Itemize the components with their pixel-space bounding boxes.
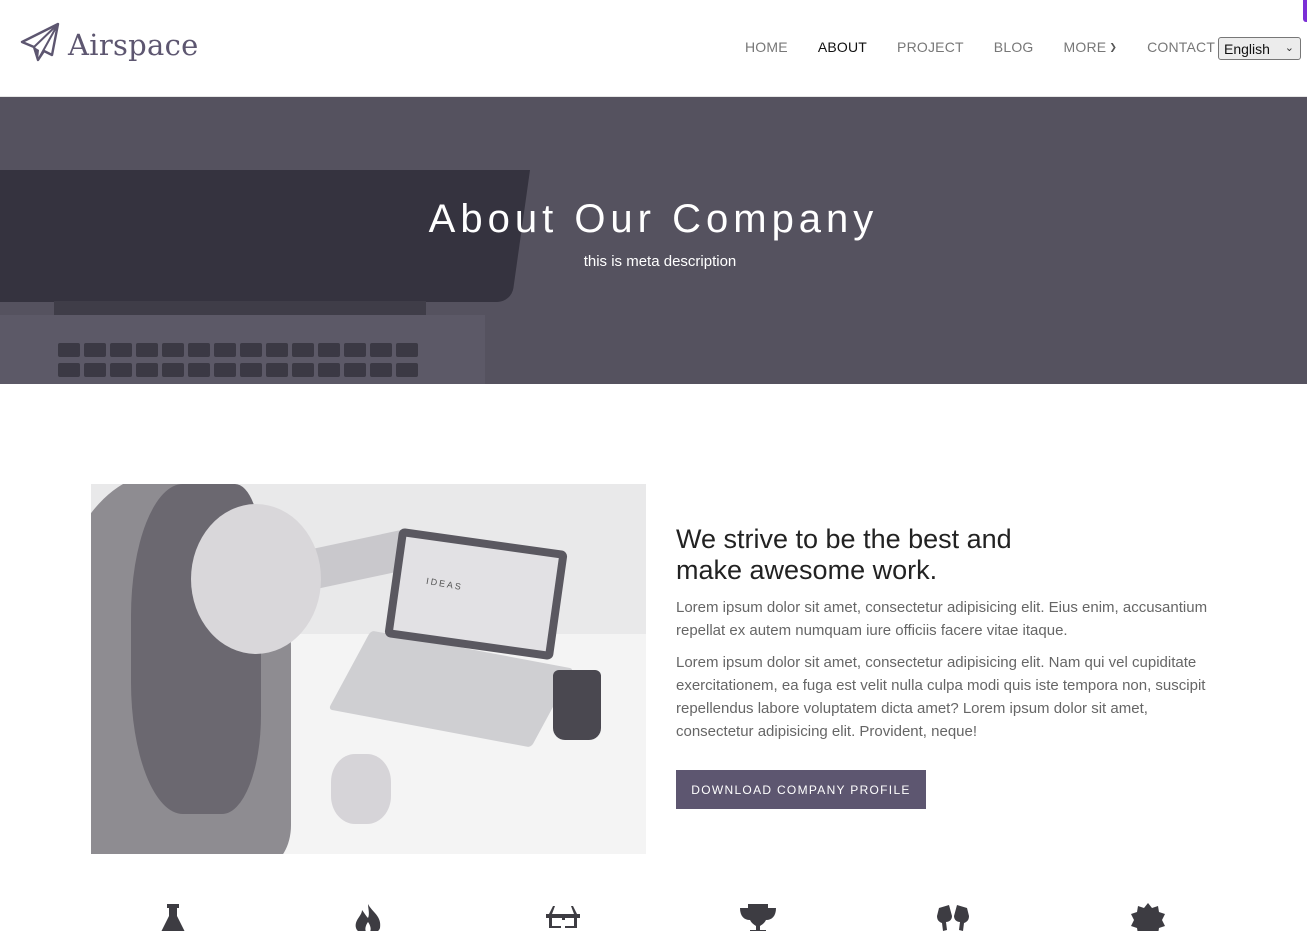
site-header: Airspace HOME ABOUT PROJECT BLOG MORE ❯ … (0, 0, 1307, 97)
nav-item-contact[interactable]: CONTACT (1147, 39, 1215, 55)
page-subtitle: this is meta description (583, 253, 737, 270)
page-title: About Our Company (428, 197, 879, 241)
download-profile-button[interactable]: DOWNLOAD COMPANY PROFILE (676, 770, 926, 809)
nav-item-project[interactable]: PROJECT (897, 39, 964, 55)
badge-icon (1128, 900, 1168, 931)
about-text-block: We strive to be the best and make awesom… (676, 524, 1221, 743)
brand-name: Airspace (68, 27, 199, 62)
about-paragraph-2: Lorem ipsum dolor sit amet, consectetur … (676, 654, 1206, 740)
glasses-icon (543, 900, 583, 931)
language-select[interactable]: English ⌄ (1218, 37, 1301, 60)
photo-face (191, 504, 321, 654)
main-nav: HOME ABOUT PROJECT BLOG MORE ❯ CONTACT (745, 39, 1245, 55)
nav-item-home[interactable]: HOME (745, 39, 788, 55)
photo-hand (331, 754, 391, 824)
cheers-icon (933, 900, 973, 931)
photo-mug (553, 670, 601, 740)
chevron-down-icon: ⌄ (1284, 42, 1294, 54)
flask-icon (153, 900, 193, 931)
about-heading-line2: make awesome work. (676, 555, 938, 585)
trophy-icon (738, 900, 778, 931)
brand-logo[interactable]: Airspace (18, 20, 199, 69)
about-heading-line1: We strive to be the best and (676, 524, 1012, 554)
nav-item-blog[interactable]: BLOG (994, 39, 1034, 55)
nav-item-more-label: MORE (1063, 39, 1107, 55)
feature-icons-row (0, 900, 1307, 931)
paper-plane-icon (18, 20, 62, 69)
nav-item-more[interactable]: MORE ❯ (1064, 39, 1118, 55)
photo-laptop (384, 527, 568, 661)
about-photo: IDEAS (91, 484, 646, 854)
corner-accent (1303, 0, 1307, 22)
nav-item-about[interactable]: ABOUT (818, 39, 867, 55)
about-heading: We strive to be the best and make awesom… (676, 524, 1221, 586)
language-select-value: English (1224, 40, 1270, 57)
fire-icon (348, 900, 388, 931)
about-paragraph-1: Lorem ipsum dolor sit amet, consectetur … (676, 599, 1208, 639)
hero-banner: About Our Company this is meta descripti… (0, 97, 1307, 384)
hero-keyboard-row (58, 363, 418, 377)
chevron-down-icon: ❯ (1109, 41, 1118, 52)
hero-keyboard-row (58, 343, 418, 357)
